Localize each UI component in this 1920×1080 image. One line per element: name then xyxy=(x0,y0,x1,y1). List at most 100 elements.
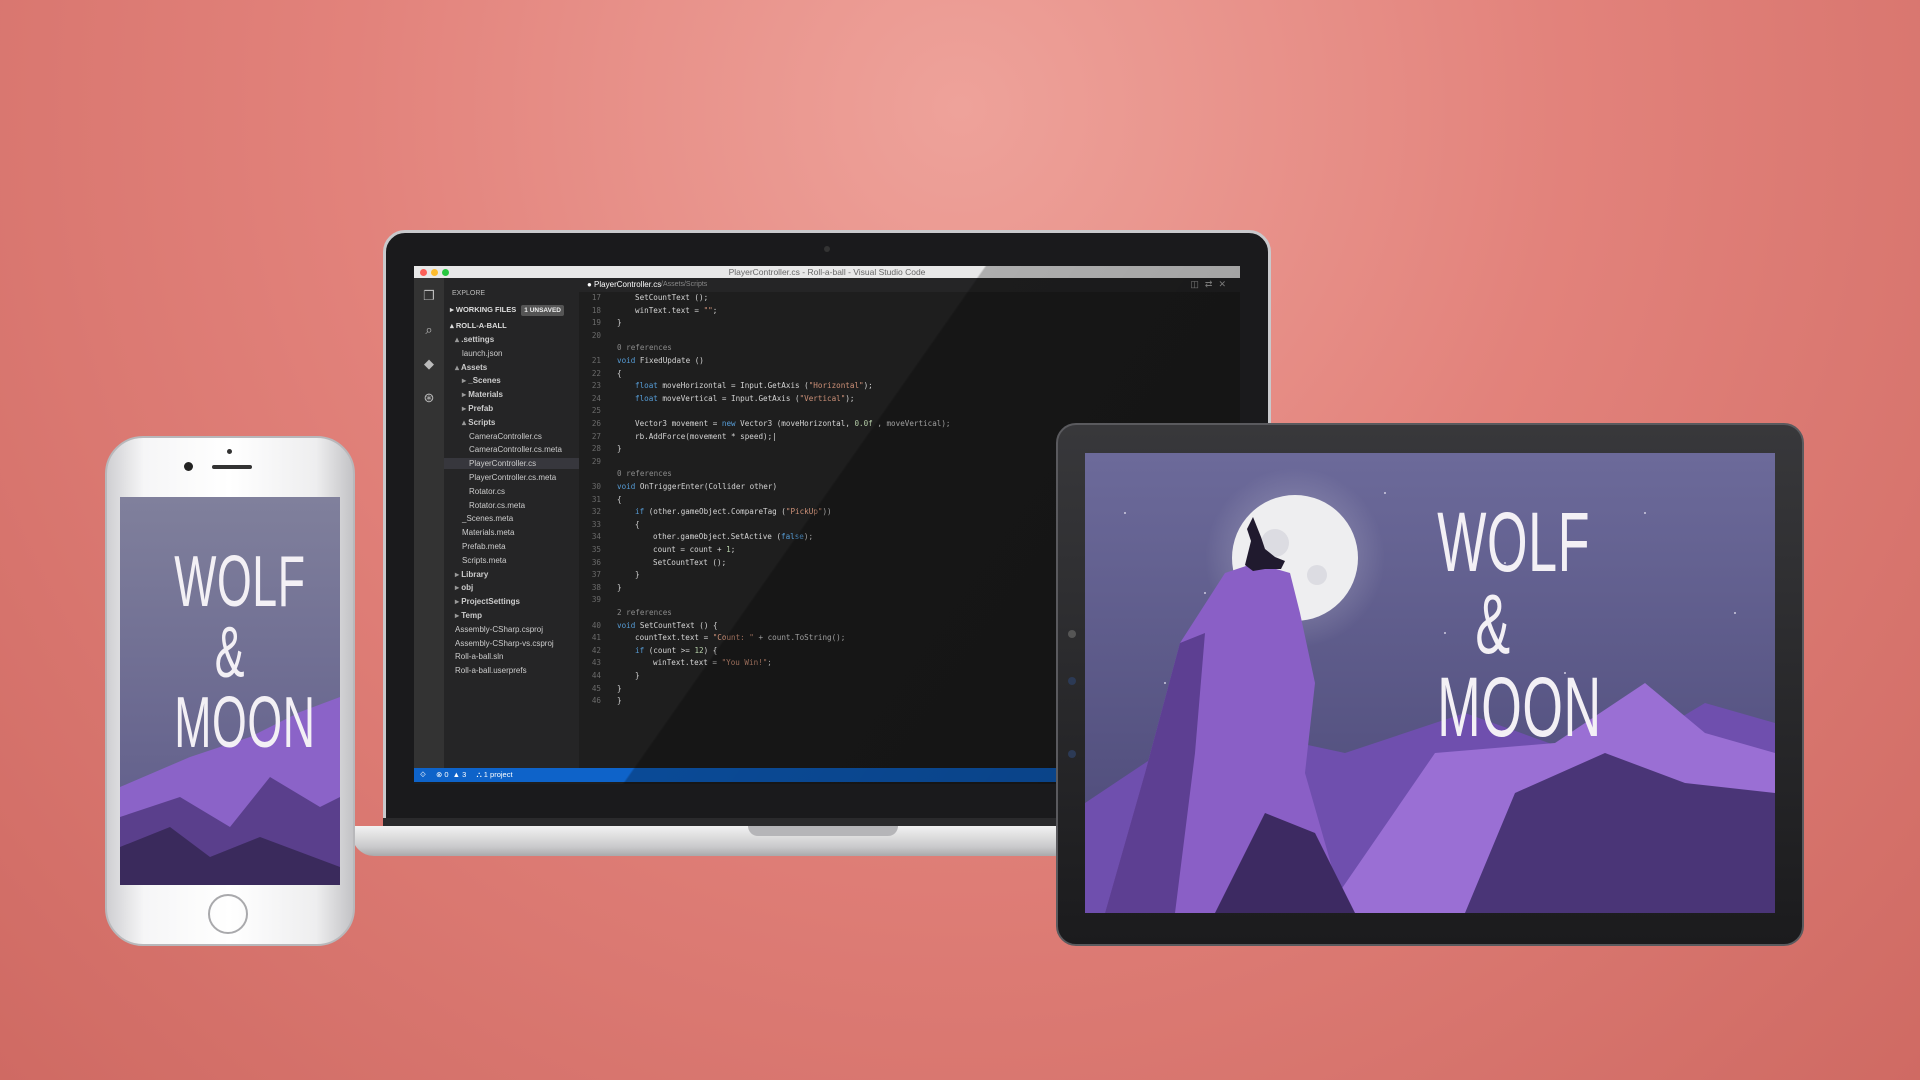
file-tree-label: Prefab.meta xyxy=(462,542,506,551)
code-text: rb.AddForce(movement * speed);| xyxy=(635,431,777,441)
file-tree-label: ProjectSettings xyxy=(461,597,520,607)
file-tree-item[interactable]: CameraController.cs xyxy=(444,431,579,442)
activity-bar: ❐ ⌕ ◆ ⊛ xyxy=(414,278,444,768)
line-number: 32 xyxy=(591,507,601,517)
file-tree-item[interactable]: ▸ Library xyxy=(444,569,579,580)
line-number: 19 xyxy=(591,318,601,328)
code-text: float moveVertical = Input.GetAxis ("Ver… xyxy=(635,393,855,403)
file-tree-item[interactable]: ▸ Materials xyxy=(444,389,579,400)
file-tree-item[interactable]: PlayerController.cs xyxy=(444,458,579,470)
file-tree-item[interactable]: ▸ obj xyxy=(444,582,579,593)
file-tree-item[interactable]: Rotator.cs.meta xyxy=(444,500,579,511)
code-text: if (count >= 12) { xyxy=(635,645,718,655)
line-number: 41 xyxy=(591,633,601,643)
editor-actions: ◫⇄✕ xyxy=(1190,279,1232,290)
title-line-moon: MOON xyxy=(174,683,316,764)
code-text: 0 references xyxy=(617,343,672,353)
git-icon[interactable]: ◆ xyxy=(421,356,437,372)
tablet-camera xyxy=(1068,630,1076,638)
line-number: 39 xyxy=(591,595,601,605)
tablet-sensor xyxy=(1068,677,1076,685)
code-text: { xyxy=(635,519,640,529)
line-number: 42 xyxy=(591,645,601,655)
line-number: 20 xyxy=(591,330,601,340)
file-tree-label: Materials xyxy=(468,390,503,400)
file-tree-item[interactable]: Prefab.meta xyxy=(444,541,579,552)
file-tree-item[interactable]: ▸ Temp xyxy=(444,610,579,621)
file-tree-item[interactable]: ▸ ProjectSettings xyxy=(444,596,579,607)
line-number: 18 xyxy=(591,305,601,315)
code-text: Vector3 movement = new Vector3 (moveHori… xyxy=(635,419,951,428)
tab-player-controller[interactable]: ● PlayerController.cs xyxy=(587,280,661,289)
file-tree-label: Rotator.cs.meta xyxy=(469,500,526,510)
file-tree-label: Roll-a-ball.sln xyxy=(455,652,504,662)
file-tree-item[interactable]: ▴ Scripts xyxy=(444,417,579,428)
code-text: other.gameObject.SetActive (false); xyxy=(653,532,814,542)
code-text: { xyxy=(617,368,622,378)
code-text: void SetCountText () { xyxy=(617,620,718,630)
file-tree-item[interactable]: Assembly-CSharp.csproj xyxy=(444,624,579,635)
file-tree-item[interactable]: launch.json xyxy=(444,348,579,359)
file-tree-item[interactable]: Materials.meta xyxy=(444,527,579,538)
line-number: 28 xyxy=(591,444,601,454)
debug-icon[interactable]: ⊛ xyxy=(421,390,437,406)
code-text: } xyxy=(617,696,622,706)
warning-count[interactable]: ▲ 3 xyxy=(453,770,467,779)
files-icon[interactable]: ❐ xyxy=(421,288,437,304)
title-line-ampersand: & xyxy=(214,612,246,693)
file-tree-item[interactable]: ▴ .settings xyxy=(444,334,579,345)
open-changes-icon[interactable]: ⇄ xyxy=(1205,279,1219,289)
code-text: count = count + 1; xyxy=(653,545,736,554)
file-tree-item[interactable]: CameraController.cs.meta xyxy=(444,444,579,455)
code-text: winText.text = ""; xyxy=(635,305,718,315)
code-text: 2 references xyxy=(617,608,672,617)
line-number: 25 xyxy=(591,406,601,416)
file-tree-item[interactable]: ▸ _Scenes xyxy=(444,375,579,386)
line-number: 44 xyxy=(591,671,601,680)
line-number: 21 xyxy=(591,356,601,365)
code-text: } xyxy=(617,683,622,693)
file-tree-item[interactable]: Rotator.cs xyxy=(444,486,579,497)
home-button[interactable] xyxy=(208,894,248,934)
explorer-sidebar: EXPLORE ▸ WORKING FILES 1 UNSAVED ▴ ROLL-… xyxy=(444,278,579,768)
file-tree-item[interactable]: _Scenes.meta xyxy=(444,513,579,524)
code-text: } xyxy=(617,318,622,328)
working-files-section[interactable]: ▸ WORKING FILES 1 UNSAVED xyxy=(450,304,565,316)
tablet-sensor xyxy=(1068,750,1076,758)
split-editor-icon[interactable]: ◫ xyxy=(1190,279,1205,289)
file-tree-item[interactable]: PlayerController.cs.meta xyxy=(444,472,579,483)
file-tree-label: Temp xyxy=(461,611,482,620)
file-tree-label: _Scenes.meta xyxy=(462,514,514,524)
file-tree-label: PlayerController.cs.meta xyxy=(469,473,557,482)
file-tree-label: Assembly-CSharp.csproj xyxy=(455,624,544,634)
code-text: void OnTriggerEnter(Collider other) xyxy=(617,482,778,491)
line-number: 36 xyxy=(591,557,601,567)
code-text: { xyxy=(617,494,622,504)
file-tree-label: CameraController.cs.meta xyxy=(469,445,562,455)
file-tree-item[interactable]: ▴ Assets xyxy=(444,362,579,373)
file-tree-item[interactable]: ▸ Prefab xyxy=(444,403,579,414)
file-tree-item[interactable]: Roll-a-ball.userprefs xyxy=(444,665,579,676)
git-branch-icon[interactable]: ⟐ xyxy=(420,770,426,779)
close-icon[interactable]: ✕ xyxy=(1218,279,1232,289)
code-text: winText.text = "You Win!"; xyxy=(653,658,772,668)
project-section[interactable]: ▴ ROLL-A-BALL xyxy=(450,320,507,331)
phone-sensor xyxy=(227,449,232,454)
title-line-wolf: WOLF xyxy=(1437,495,1591,589)
file-tree-item[interactable]: Scripts.meta xyxy=(444,555,579,566)
code-text: float moveHorizontal = Input.GetAxis ("H… xyxy=(635,381,873,391)
line-number: 23 xyxy=(591,381,601,391)
search-icon[interactable]: ⌕ xyxy=(421,322,437,338)
code-text: } xyxy=(635,570,640,580)
code-text: } xyxy=(617,444,622,454)
line-number: 31 xyxy=(591,494,601,504)
error-count[interactable]: ⊗ 0 xyxy=(436,770,449,779)
file-tree-item[interactable]: Assembly-CSharp-vs.csproj xyxy=(444,638,579,649)
title-line-ampersand: & xyxy=(1475,577,1511,672)
project-status[interactable]: ⛬ 1 project xyxy=(476,770,512,779)
file-tree-label: Assets xyxy=(460,362,488,372)
file-tree-item[interactable]: Roll-a-ball.sln xyxy=(444,651,579,662)
poster-title: WOLF & MOON xyxy=(174,546,316,764)
explorer-header: EXPLORE xyxy=(452,290,486,297)
phone-speaker xyxy=(212,465,252,469)
